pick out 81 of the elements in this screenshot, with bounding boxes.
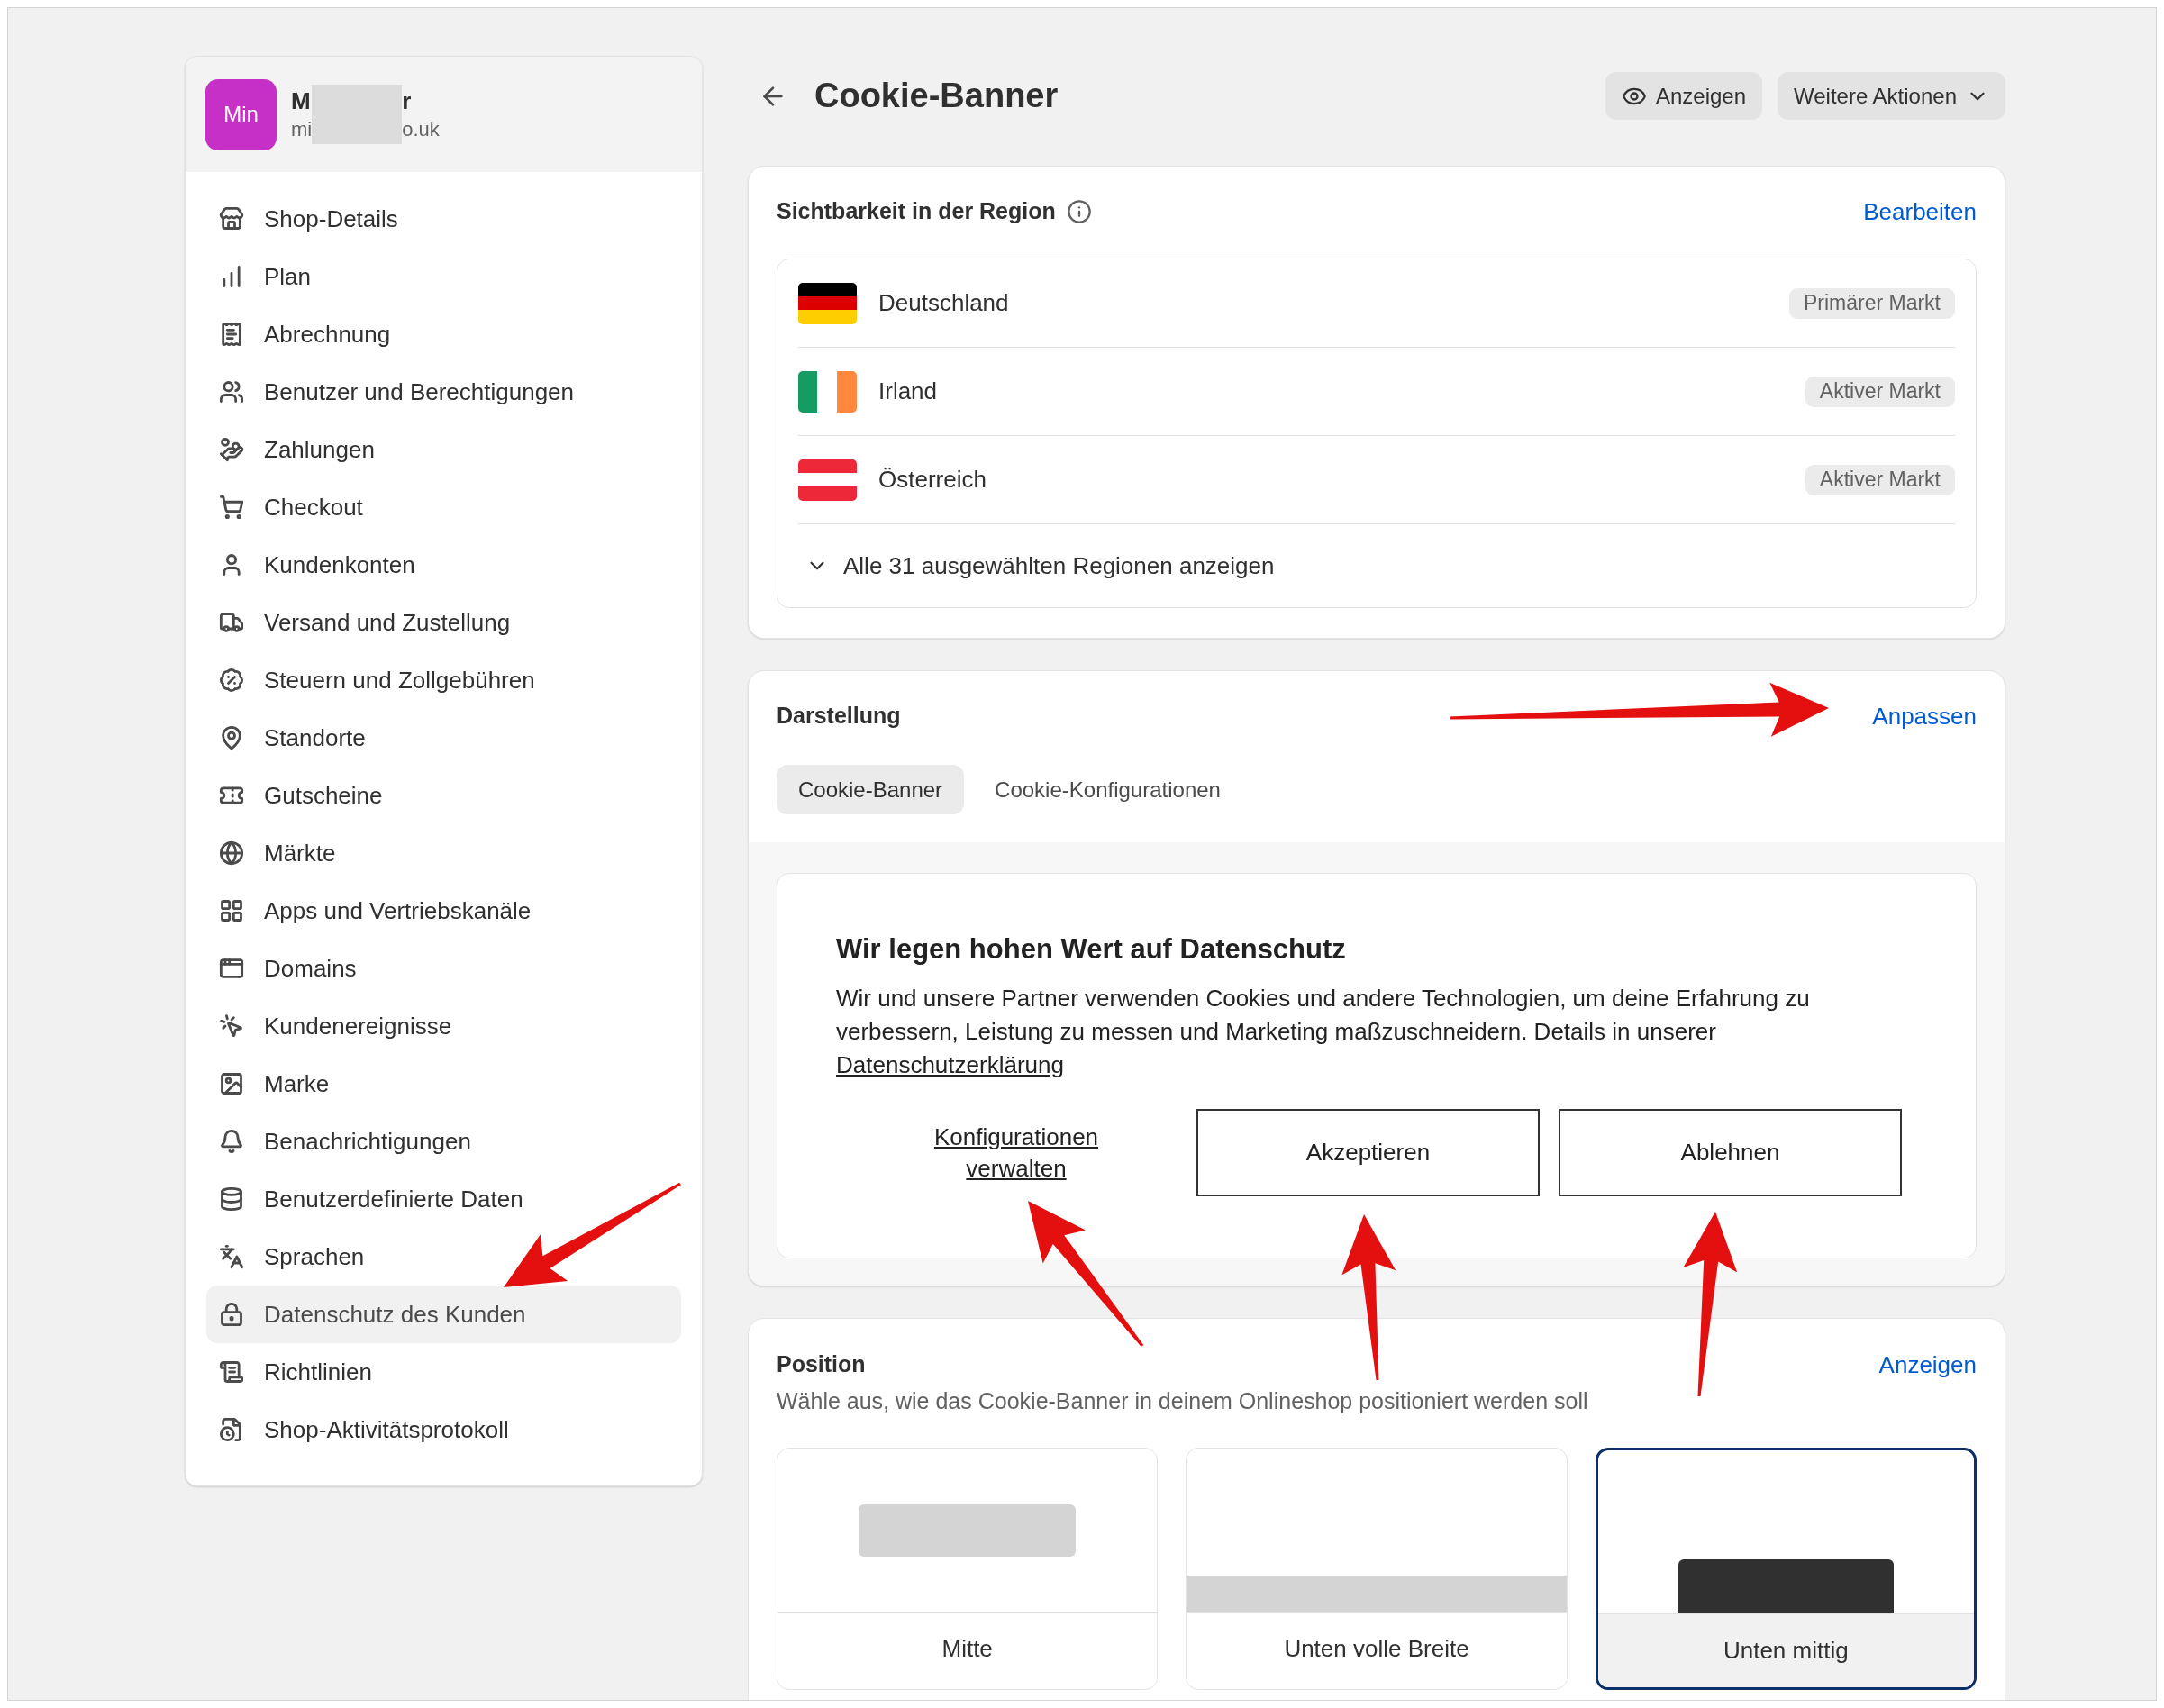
sidebar-item[interactable]: Shop-Aktivitätsprotokoll bbox=[206, 1401, 681, 1458]
sidebar-item[interactable]: Märkte bbox=[206, 824, 681, 882]
pointer-click-icon bbox=[219, 1013, 244, 1039]
sidebar-item[interactable]: Kundenkonten bbox=[206, 536, 681, 594]
customize-link[interactable]: Anpassen bbox=[1872, 698, 1977, 734]
region-name: Deutschland bbox=[878, 288, 1009, 318]
info-icon[interactable] bbox=[1066, 199, 1092, 224]
window-icon bbox=[219, 956, 244, 981]
region-name: Irland bbox=[878, 377, 938, 406]
market-badge: Primärer Markt bbox=[1788, 287, 1955, 319]
flag-icon bbox=[798, 459, 857, 501]
globe-icon bbox=[219, 840, 244, 866]
view-button[interactable]: Anzeigen bbox=[1605, 72, 1762, 120]
lock-icon bbox=[219, 1302, 244, 1327]
percent-badge-icon bbox=[219, 668, 244, 693]
position-option[interactable]: Mitte bbox=[777, 1448, 1159, 1690]
banner-text: Wir und unsere Partner verwenden Cookies und andere Technologien, um deine Erfahrung zu verbessern, Leistung zu messen und Marketing maßzuschneidern. Details in unserer Datenschutzerklärung bbox=[836, 984, 1811, 1080]
database-icon bbox=[219, 1186, 244, 1212]
market-badge: Aktiver Markt bbox=[1805, 464, 1955, 495]
privacy-policy-link[interactable]: Datenschutzerklärung bbox=[836, 1051, 1064, 1078]
users-icon bbox=[219, 379, 244, 404]
scroll-icon bbox=[219, 1359, 244, 1385]
store-avatar: Min bbox=[205, 78, 277, 150]
sidebar-item[interactable]: Datenschutz des Kunden bbox=[206, 1286, 681, 1343]
hand-coins-icon bbox=[219, 437, 244, 462]
page-title: Cookie-Banner bbox=[814, 76, 1059, 116]
market-badge: Aktiver Markt bbox=[1805, 376, 1955, 407]
flag-icon bbox=[798, 282, 857, 324]
sidebar-item[interactable]: Steuern und Zollgebühren bbox=[206, 651, 681, 709]
sidebar-item[interactable]: Sprachen bbox=[206, 1228, 681, 1286]
flag-icon bbox=[798, 370, 857, 413]
sidebar-item[interactable]: Richtlinien bbox=[206, 1343, 681, 1401]
position-option[interactable]: Unten mittig bbox=[1595, 1448, 1977, 1690]
edit-link[interactable]: Bearbeiten bbox=[1863, 194, 1977, 230]
sidebar-item[interactable]: Gutscheine bbox=[206, 767, 681, 824]
tab[interactable]: Cookie-Banner bbox=[777, 765, 965, 814]
store-email: mi bbox=[291, 117, 313, 142]
card-title: Darstellung bbox=[777, 702, 901, 731]
bell-icon bbox=[219, 1129, 244, 1154]
card-subtitle: Wähle aus, wie das Cookie-Banner in deinem Onlineshop positioniert werden soll bbox=[777, 1387, 1589, 1415]
map-pin-icon bbox=[219, 725, 244, 750]
file-clock-icon bbox=[219, 1417, 244, 1442]
sidebar-item[interactable]: Standorte bbox=[206, 709, 681, 767]
store-name: M bbox=[291, 86, 312, 116]
sidebar-item[interactable]: Benutzer und Berechtigungen bbox=[206, 363, 681, 421]
accept-button[interactable]: Akzeptieren bbox=[1196, 1109, 1540, 1196]
decline-button[interactable]: Ablehnen bbox=[1559, 1109, 1902, 1196]
sidebar-item[interactable]: Marke bbox=[206, 1055, 681, 1113]
store-email: o.uk bbox=[402, 117, 440, 142]
card-title: Sichtbarkeit in der Region bbox=[777, 197, 1056, 226]
manage-configurations-link[interactable]: Konfigurationen verwalten bbox=[908, 1121, 1124, 1185]
more-actions-button[interactable]: Weitere Aktionen bbox=[1778, 72, 2005, 120]
store-name: r bbox=[402, 86, 413, 116]
store-icon bbox=[219, 206, 244, 232]
truck-icon bbox=[219, 610, 244, 635]
sidebar-item[interactable]: Abrechnung bbox=[206, 305, 681, 363]
card-title: Position bbox=[777, 1350, 866, 1379]
option-label: Unten mittig bbox=[1723, 1636, 1849, 1666]
tab[interactable]: Cookie-Konfigurationen bbox=[973, 765, 1242, 814]
cart-icon bbox=[219, 495, 244, 520]
region-name: Österreich bbox=[878, 465, 987, 495]
show-all-toggle[interactable]: Alle 31 ausgewählten Regionen anzeigen bbox=[798, 524, 1955, 607]
view-link[interactable]: Anzeigen bbox=[1878, 1347, 1977, 1383]
position-option[interactable]: Unten volle Breite bbox=[1186, 1448, 1568, 1690]
sidebar-item[interactable]: Versand und Zustellung bbox=[206, 594, 681, 651]
sidebar-item[interactable]: Benutzerdefinierte Daten bbox=[206, 1170, 681, 1228]
grid-icon bbox=[219, 898, 244, 923]
option-label: Mitte bbox=[941, 1634, 993, 1664]
sidebar-item[interactable]: Plan bbox=[206, 248, 681, 305]
sidebar-item[interactable]: Zahlungen bbox=[206, 421, 681, 478]
option-label: Unten volle Breite bbox=[1284, 1634, 1469, 1664]
languages-icon bbox=[219, 1244, 244, 1269]
sidebar-item[interactable]: Checkout bbox=[206, 478, 681, 536]
sidebar-item[interactable]: Benachrichtigungen bbox=[206, 1113, 681, 1170]
sidebar-item[interactable]: Apps und Vertriebskanäle bbox=[206, 882, 681, 940]
sidebar-item[interactable]: Domains bbox=[206, 940, 681, 997]
sidebar-item[interactable]: Kundenereignisse bbox=[206, 997, 681, 1055]
banner-heading: Wir legen hohen Wert auf Datenschutz bbox=[836, 933, 1347, 966]
image-icon bbox=[219, 1071, 244, 1096]
receipt-icon bbox=[219, 322, 244, 347]
sidebar-item[interactable]: Shop-Details bbox=[206, 190, 681, 248]
